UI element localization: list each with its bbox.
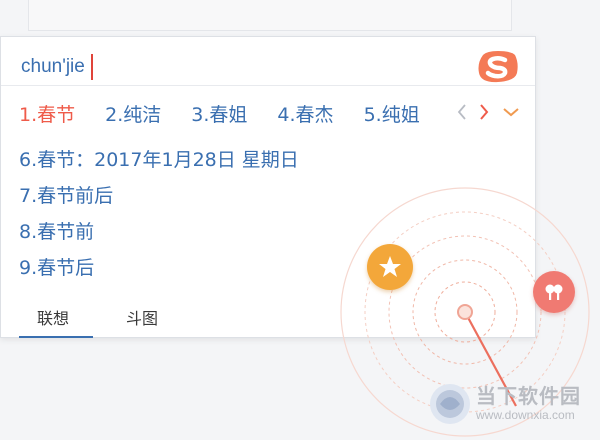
candidate-6[interactable]: 6.春节：2017年1月28日 星期日 xyxy=(19,145,299,172)
background-window xyxy=(28,0,512,31)
chevron-down-icon[interactable] xyxy=(501,101,521,123)
candidate-3[interactable]: 3.春姐 xyxy=(191,100,247,127)
composition-text: chun'jie xyxy=(21,56,85,77)
composition-separator xyxy=(1,85,535,86)
watermark: 当下软件园 www.downxia.com xyxy=(428,378,588,434)
tab-association[interactable]: 联想 xyxy=(37,305,69,329)
candidate-7[interactable]: 7.春节前后 xyxy=(19,181,113,208)
text-caret xyxy=(90,53,93,80)
watermark-url: www.downxia.com xyxy=(476,408,575,422)
candidate-1[interactable]: 1.春节 xyxy=(19,100,75,127)
active-tab-indicator xyxy=(19,336,93,338)
chevron-right-icon[interactable] xyxy=(475,101,493,123)
chevron-left-icon[interactable] xyxy=(453,101,471,123)
candidate-9[interactable]: 9.春节后 xyxy=(19,253,94,280)
candidate-5[interactable]: 5.纯姐 xyxy=(364,100,420,127)
candidate-4[interactable]: 4.春杰 xyxy=(277,100,333,127)
candidate-8[interactable]: 8.春节前 xyxy=(19,217,94,244)
composition-bar[interactable]: chun'jie xyxy=(21,51,93,83)
star-icon[interactable] xyxy=(367,244,413,290)
sogou-logo-icon[interactable] xyxy=(475,49,521,85)
watermark-logo-icon xyxy=(430,384,470,424)
page-controls xyxy=(453,101,521,123)
candidate-2[interactable]: 2.纯洁 xyxy=(105,100,161,127)
microphone-icon[interactable] xyxy=(533,271,575,313)
watermark-title: 当下软件园 xyxy=(476,384,581,408)
tab-sticker[interactable]: 斗图 xyxy=(126,305,158,329)
